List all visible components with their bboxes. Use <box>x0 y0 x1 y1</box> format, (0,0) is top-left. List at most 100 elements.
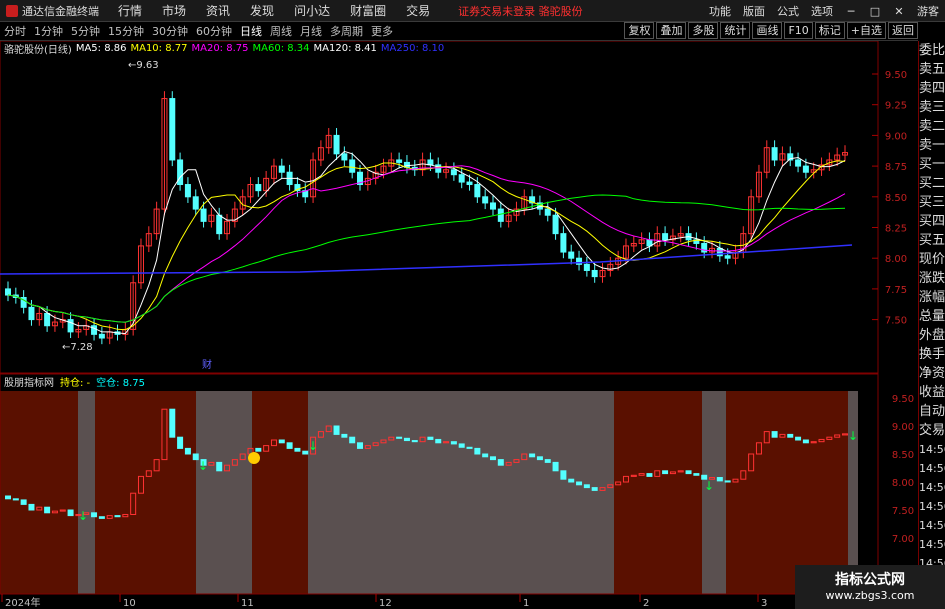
zone-layer <box>0 391 858 594</box>
side-item-7[interactable]: 买二 <box>919 174 945 193</box>
candle-body <box>28 306 35 321</box>
toolbar-btn-8[interactable]: 返回 <box>888 22 918 39</box>
sub-chart-title[interactable]: 股朋指标网 <box>4 374 54 389</box>
smiley-icon <box>248 452 260 464</box>
sub-candle-body <box>576 481 583 486</box>
side-item-0[interactable]: 委比 <box>919 41 945 60</box>
side-item-4[interactable]: 卖二 <box>919 117 945 136</box>
ma-legend: 骆驼股份(日线) MA5: 8.86 MA10: 8.77 MA20: 8.75 MA6… <box>0 41 444 56</box>
side-item-13[interactable]: 涨幅 <box>919 288 945 307</box>
period-4[interactable]: 30分钟 <box>148 23 192 39</box>
position-zone <box>308 391 614 594</box>
toolbar-btn-2[interactable]: 多股 <box>688 22 719 39</box>
close-icon[interactable]: ✕ <box>887 5 911 18</box>
sub-candle-body <box>536 456 543 461</box>
main-price-tick: 9.50 <box>885 70 907 81</box>
toolbar-btn-0[interactable]: 复权 <box>624 22 655 39</box>
side-time-4: 14:56 <box>919 519 945 532</box>
sub-candle-body <box>435 438 442 444</box>
minimize-icon[interactable]: ─ <box>839 5 863 18</box>
side-item-3[interactable]: 卖三 <box>919 98 945 117</box>
sub-candle-body <box>333 425 340 435</box>
period-8[interactable]: 月线 <box>296 23 326 39</box>
side-item-12[interactable]: 涨跌 <box>919 269 945 288</box>
main-chart-frame <box>0 40 879 374</box>
right-menu-item-0[interactable]: 功能 <box>703 3 737 19</box>
toolbar-btn-1[interactable]: 叠加 <box>656 22 687 39</box>
ma250-line <box>0 244 853 275</box>
sub-candle-body <box>802 439 809 444</box>
kline-chart[interactable]: 9.50 9.25 9.00 8.75 8.50 8.25 8.00 7.75 7.50 9.50… <box>0 0 918 609</box>
sub-price-tick: 7.00 <box>892 534 914 545</box>
side-item-8[interactable]: 买三 <box>919 193 945 212</box>
right-menu-item-1[interactable]: 版面 <box>737 3 771 19</box>
sub-candle-body <box>12 498 19 501</box>
side-item-6[interactable]: 买一 <box>919 155 945 174</box>
candle-body <box>98 333 105 339</box>
sub-price-tick: 9.50 <box>892 394 914 405</box>
toolbar-btn-5[interactable]: F10 <box>784 22 813 39</box>
login-notice[interactable]: 证券交易未登录 骆驼股份 <box>458 3 583 19</box>
side-item-16[interactable]: 换手 <box>919 345 945 364</box>
position-zone <box>196 391 252 594</box>
side-item-1[interactable]: 卖五 <box>919 60 945 79</box>
side-item-14[interactable]: 总量 <box>919 307 945 326</box>
menu-item-6[interactable]: 交易 <box>396 2 440 19</box>
right-menu-item-2[interactable]: 公式 <box>771 3 805 19</box>
period-7[interactable]: 周线 <box>266 23 296 39</box>
fin-marker[interactable]: 财 <box>202 358 212 371</box>
candle-body <box>427 159 434 166</box>
sub-candle-body <box>411 440 418 443</box>
period-0[interactable]: 分时 <box>0 23 30 39</box>
menu-item-2[interactable]: 资讯 <box>196 2 240 19</box>
side-time-0: 14:56 <box>919 443 945 456</box>
side-time-5: 14:56 <box>919 538 945 551</box>
side-item-5[interactable]: 卖一 <box>919 136 945 155</box>
period-5[interactable]: 60分钟 <box>192 23 236 39</box>
position-zone <box>78 391 95 594</box>
side-item-9[interactable]: 买四 <box>919 212 945 231</box>
sub-candle-body <box>716 477 723 482</box>
period-1[interactable]: 1分钟 <box>30 23 67 39</box>
side-item-10[interactable]: 买五 <box>919 231 945 250</box>
toolbar-btn-3[interactable]: 统计 <box>720 22 751 39</box>
right-menu-item-4[interactable]: 游客 <box>911 3 945 19</box>
period-3[interactable]: 15分钟 <box>104 23 148 39</box>
side-item-15[interactable]: 外盘 <box>919 326 945 345</box>
candle-body <box>482 196 489 204</box>
period-6[interactable]: 日线 <box>236 23 266 39</box>
candle-body <box>91 325 98 335</box>
period-9[interactable]: 多周期 <box>326 23 367 39</box>
watermark-url: www.zbgs3.com <box>825 589 915 602</box>
side-item-2[interactable]: 卖四 <box>919 79 945 98</box>
right-menu-item-3[interactable]: 选项 <box>805 3 839 19</box>
menu-item-4[interactable]: 问小达 <box>284 2 340 19</box>
date-label: 10 <box>123 598 136 609</box>
maximize-icon[interactable]: □ <box>863 5 887 18</box>
ma-label-3: MA60: 8.34 <box>252 42 310 54</box>
toolbar-btn-7[interactable]: +自选 <box>846 22 886 39</box>
toolbar-btn-4[interactable]: 画线 <box>752 22 783 39</box>
date-label: 2 <box>643 598 649 609</box>
menu-item-5[interactable]: 财富圈 <box>340 2 396 19</box>
period-10[interactable]: 更多 <box>367 23 397 39</box>
sub-price-tick: 7.50 <box>892 506 914 517</box>
side-item-18[interactable]: 收益 <box>919 383 945 402</box>
candle-body <box>568 251 575 259</box>
menu-item-0[interactable]: 行情 <box>108 2 152 19</box>
menu-item-1[interactable]: 市场 <box>152 2 196 19</box>
main-price-tick: 8.25 <box>885 224 907 235</box>
period-2[interactable]: 5分钟 <box>67 23 104 39</box>
sub-candle-body <box>560 470 567 480</box>
app-title: 通达信金融终端 <box>22 4 99 18</box>
menu-item-3[interactable]: 发现 <box>240 2 284 19</box>
sub-candle-body <box>450 441 457 445</box>
quote-side-panel: 委比 卖五 卖四 卖三 卖二 卖一 买一 买二 买三 买四 买五 现价 涨跌 涨幅 总量 外盘 换手 净资 收益 自动… <box>918 41 945 609</box>
side-item-20[interactable]: 交易 <box>919 421 945 440</box>
candle-body <box>396 159 403 163</box>
toolbar-btn-6[interactable]: 标记 <box>814 22 845 39</box>
side-item-17[interactable]: 净资 <box>919 364 945 383</box>
side-item-11[interactable]: 现价 <box>919 250 945 269</box>
side-item-19[interactable]: 自动 <box>919 402 945 421</box>
sub-candle-body <box>5 495 11 500</box>
